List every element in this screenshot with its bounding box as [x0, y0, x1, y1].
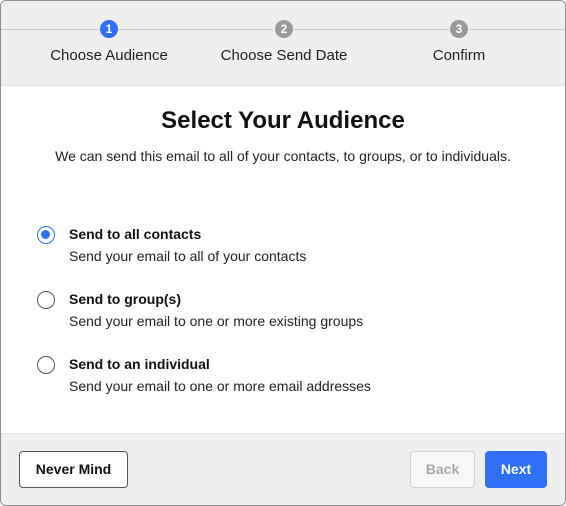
step-choose-audience: 1 Choose Audience	[9, 20, 209, 64]
option-description: Send your email to all of your contacts	[69, 248, 307, 264]
page-title: Select Your Audience	[161, 107, 405, 134]
dialog-footer: Never Mind Back Next	[1, 433, 565, 505]
page-subtitle: We can send this email to all of your co…	[55, 148, 511, 164]
step-label: Choose Send Date	[220, 47, 348, 64]
back-button[interactable]: Back	[410, 451, 475, 488]
audience-dialog: 1 Choose Audience 2 Choose Send Date 3 C…	[0, 0, 566, 506]
step-choose-send-date: 2 Choose Send Date	[184, 20, 384, 64]
step-confirm: 3 Confirm	[359, 20, 559, 64]
radio-all-contacts[interactable]	[37, 226, 55, 244]
option-description: Send your email to one or more existing …	[69, 313, 364, 329]
step-number-badge: 2	[275, 20, 293, 38]
step-label: Confirm	[432, 47, 486, 64]
step-number-badge: 1	[100, 20, 118, 38]
option-description: Send your email to one or more email add…	[69, 378, 371, 394]
stepper: 1 Choose Audience 2 Choose Send Date 3 C…	[1, 1, 565, 86]
option-title: Send to all contacts	[69, 226, 202, 242]
radio-groups[interactable]	[37, 291, 55, 309]
next-button[interactable]: Next	[485, 451, 547, 488]
radio-individual[interactable]	[37, 356, 55, 374]
option-title: Send to group(s)	[69, 291, 181, 307]
option-title: Send to an individual	[69, 356, 210, 372]
step-label: Choose Audience	[50, 47, 168, 64]
step-number-badge: 3	[450, 20, 468, 38]
never-mind-button[interactable]: Never Mind	[19, 451, 128, 488]
